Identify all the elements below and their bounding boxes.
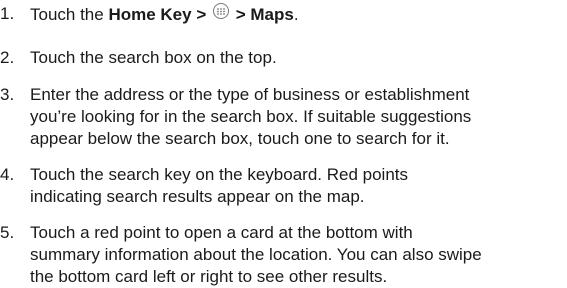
step-text: Touch the search box on the top.: [30, 48, 277, 67]
step-number: 5.: [0, 223, 15, 242]
apps-grid-icon: [212, 3, 229, 19]
step-text: Touch the search key on the keyboard. Re…: [30, 165, 409, 206]
step-number: 4.: [0, 165, 15, 184]
step-text: Touch a red point to open a card at the …: [30, 223, 482, 286]
step-text-suffix: .: [293, 5, 299, 24]
step-number: 2.: [0, 48, 15, 67]
maps-label: > Maps: [235, 5, 294, 24]
step-text: Touch the Home Key > > Maps.: [30, 3, 562, 26]
home-key-label: Home Key >: [108, 5, 207, 24]
step-number: 1.: [0, 4, 15, 23]
step-text: Enter the address or the type of busines…: [30, 85, 472, 148]
step-number: 3.: [0, 85, 15, 104]
step-text-prefix: Touch the: [30, 5, 109, 24]
